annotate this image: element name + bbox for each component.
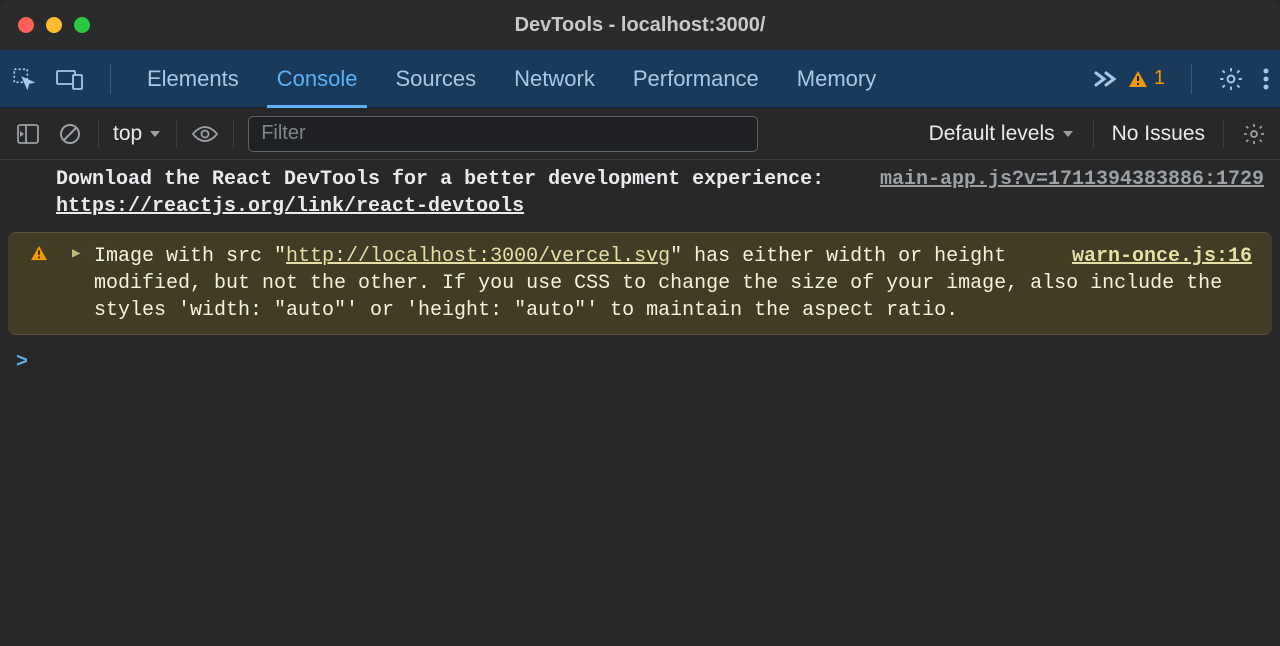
tab-elements[interactable]: Elements (147, 52, 239, 106)
context-selector[interactable]: top (113, 122, 162, 146)
maximize-window-button[interactable] (74, 17, 90, 33)
traffic-lights (18, 17, 90, 33)
console-toolbar: top Default levels No Issues (0, 108, 1280, 160)
window-titlebar: DevTools - localhost:3000/ (0, 0, 1280, 50)
issues-button[interactable]: No Issues (1112, 122, 1205, 146)
divider (110, 64, 111, 94)
clear-icon (58, 122, 82, 146)
sidebar-icon (16, 123, 40, 145)
warning-src-link[interactable]: http://localhost:3000/vercel.svg (286, 245, 670, 268)
filter-input[interactable] (248, 116, 758, 152)
devtools-tabbar: Elements Console Sources Network Perform… (0, 50, 1280, 108)
prompt-chevron-icon: > (16, 351, 28, 374)
log-levels-selector[interactable]: Default levels (929, 122, 1075, 146)
kebab-icon (1262, 67, 1270, 91)
warning-triangle-icon (30, 245, 48, 261)
eye-icon (191, 124, 219, 144)
device-toolbar-icon[interactable] (56, 65, 84, 93)
tab-network[interactable]: Network (514, 52, 595, 106)
settings-button[interactable] (1218, 66, 1244, 92)
log-entry-warning: ▶ warn-once.js:16 Image with src "http:/… (8, 232, 1272, 335)
divider (176, 120, 177, 148)
divider (233, 120, 234, 148)
console-prompt[interactable]: > (0, 341, 1280, 384)
clear-console-button[interactable] (56, 120, 84, 148)
log-text: Download the React DevTools for a better… (56, 168, 824, 191)
gear-icon (1218, 66, 1244, 92)
chevron-down-icon (1061, 129, 1075, 139)
window-title: DevTools - localhost:3000/ (515, 14, 766, 37)
log-entry-info: main-app.js?v=1711394383886:1729 Downloa… (0, 160, 1280, 226)
divider (1223, 120, 1224, 148)
divider (1191, 64, 1192, 94)
live-expression-button[interactable] (191, 120, 219, 148)
console-messages: main-app.js?v=1711394383886:1729 Downloa… (0, 160, 1280, 384)
tab-performance[interactable]: Performance (633, 52, 759, 106)
log-source-link[interactable]: main-app.js?v=1711394383886:1729 (880, 166, 1264, 193)
panel-tabs: Elements Console Sources Network Perform… (147, 52, 876, 106)
console-settings-button[interactable] (1242, 122, 1266, 146)
levels-label: Default levels (929, 122, 1055, 146)
warning-count-badge: 1 (1128, 67, 1165, 90)
chevron-down-icon (148, 129, 162, 139)
inspect-element-icon[interactable] (10, 65, 38, 93)
log-source-link[interactable]: warn-once.js:16 (1072, 243, 1252, 270)
warning-count: 1 (1154, 67, 1165, 90)
toggle-sidebar-button[interactable] (14, 120, 42, 148)
more-options-button[interactable] (1262, 67, 1270, 91)
tab-memory[interactable]: Memory (797, 52, 876, 106)
chevron-double-right-icon (1092, 69, 1120, 89)
expand-toggle[interactable]: ▶ (72, 245, 80, 264)
warning-triangle-icon (1128, 70, 1148, 88)
tab-sources[interactable]: Sources (395, 52, 476, 106)
tab-console[interactable]: Console (277, 52, 358, 106)
divider (1093, 120, 1094, 148)
close-window-button[interactable] (18, 17, 34, 33)
divider (98, 120, 99, 148)
log-link[interactable]: https://reactjs.org/link/react-devtools (56, 195, 524, 218)
gear-icon (1242, 122, 1266, 146)
context-label: top (113, 122, 142, 146)
more-tabs-button[interactable]: 1 (1092, 67, 1165, 90)
minimize-window-button[interactable] (46, 17, 62, 33)
